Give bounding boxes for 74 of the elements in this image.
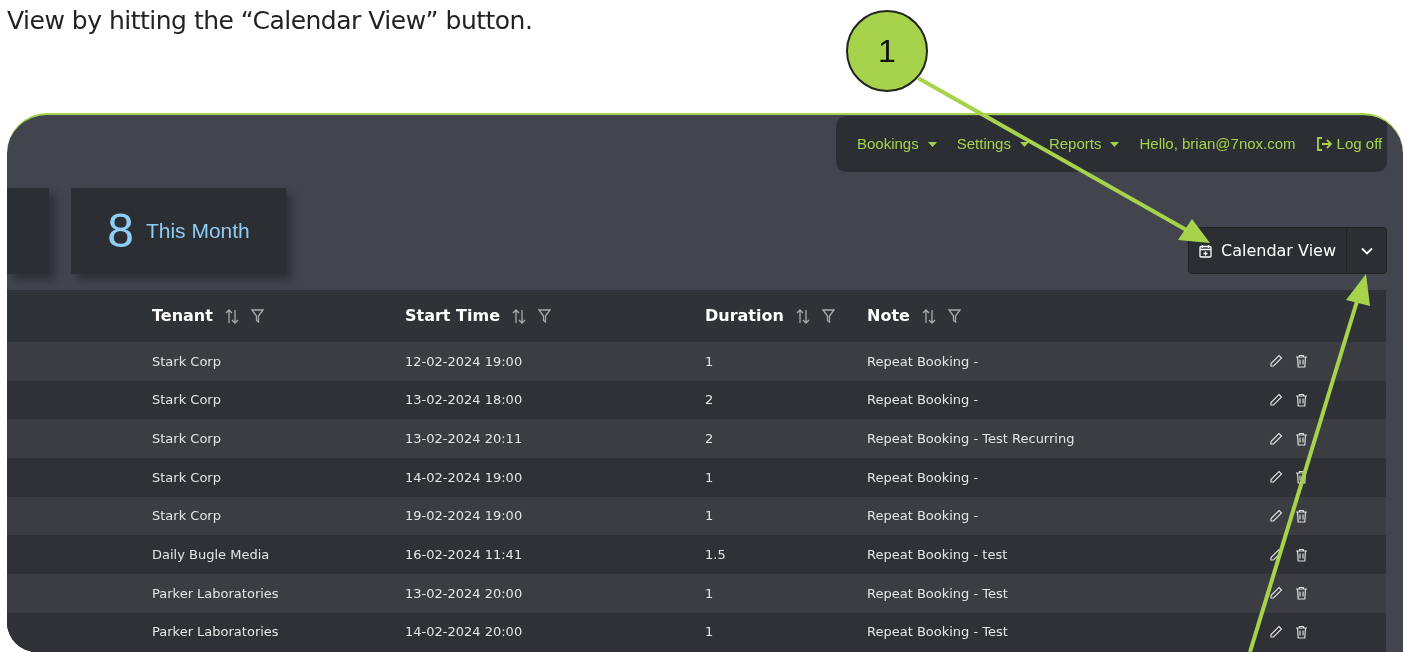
table-cell: Repeat Booking - Test <box>867 585 1008 601</box>
column-header: Start Time <box>405 305 500 327</box>
nav-menu[interactable]: Reports <box>1048 132 1120 156</box>
delete-icon[interactable] <box>1295 625 1308 640</box>
edit-icon[interactable] <box>1269 509 1283 524</box>
table-cell: 13-02-2024 18:00 <box>405 392 523 408</box>
caret-icon <box>1110 141 1120 147</box>
edit-icon[interactable] <box>1269 625 1283 640</box>
nav-menu[interactable]: Bookings <box>857 132 937 156</box>
edit-icon[interactable] <box>1269 470 1283 485</box>
table-cell: Stark Corp <box>152 353 221 369</box>
sort-icon[interactable] <box>921 308 936 324</box>
caret-icon <box>927 141 937 147</box>
table-cell: 1 <box>705 469 714 485</box>
table-cell: Repeat Booking - <box>867 508 979 524</box>
table-cell: Repeat Booking - test <box>867 547 1008 563</box>
delete-icon[interactable] <box>1295 354 1308 369</box>
delete-icon[interactable] <box>1295 431 1308 446</box>
table-cell: Repeat Booking - Test <box>867 624 1008 640</box>
table-cell: Stark Corp <box>152 469 221 485</box>
table-cell: Parker Laboratories <box>152 624 279 640</box>
table-cell: 19-02-2024 19:00 <box>405 508 523 524</box>
table-cell: Repeat Booking - <box>867 392 979 408</box>
table-cell: 1.5 <box>705 547 726 563</box>
sort-icon[interactable] <box>795 308 810 324</box>
table-cell: 1 <box>705 508 714 524</box>
table-cell: 1 <box>705 585 714 601</box>
table-cell: 14-02-2024 19:00 <box>405 469 523 485</box>
filter-icon[interactable] <box>947 309 961 323</box>
table-cell: 1 <box>705 624 714 640</box>
delete-icon[interactable] <box>1295 470 1308 485</box>
stat-count: 8 <box>107 207 134 255</box>
nav-link[interactable]: Hello, brian@7nox.com <box>1139 132 1296 156</box>
column-header: Tenant <box>152 305 213 327</box>
delete-icon[interactable] <box>1295 547 1308 562</box>
table-cell: Stark Corp <box>152 392 221 408</box>
table-cell: Repeat Booking - <box>867 353 979 369</box>
instruction-caption: View by hitting the “Calendar View” button. <box>7 5 533 37</box>
table-cell: 2 <box>705 392 714 408</box>
filter-icon[interactable] <box>538 309 551 323</box>
edit-icon[interactable] <box>1269 354 1283 369</box>
log-off-link[interactable]: Log off <box>1315 132 1383 156</box>
column-header: Note <box>867 305 910 327</box>
table-cell: 14-02-2024 20:00 <box>405 624 523 640</box>
table-cell: Repeat Booking - Test Recurring <box>867 430 1075 446</box>
sort-icon[interactable] <box>224 308 239 324</box>
table-cell: 16-02-2024 11:41 <box>405 547 523 563</box>
stat-label: This Month <box>145 218 250 245</box>
nav-menu[interactable]: Settings <box>956 132 1029 156</box>
table-cell: 12-02-2024 19:00 <box>405 353 523 369</box>
filter-icon[interactable] <box>250 309 264 323</box>
caret-icon <box>1019 141 1029 147</box>
delete-icon[interactable] <box>1295 586 1308 601</box>
sort-icon[interactable] <box>512 308 526 324</box>
table-cell: 13-02-2024 20:11 <box>405 430 523 446</box>
table-cell: 1 <box>705 353 714 369</box>
table-cell: Stark Corp <box>152 430 221 446</box>
table-cell: Repeat Booking - <box>867 469 979 485</box>
table-cell: 13-02-2024 20:00 <box>405 585 523 601</box>
table-cell: Parker Laboratories <box>152 585 279 601</box>
chevron-down-icon <box>1360 246 1373 255</box>
table-cell: Daily Bugle Media <box>152 547 270 563</box>
calendar-icon <box>1199 243 1212 258</box>
delete-icon[interactable] <box>1295 393 1308 408</box>
edit-icon[interactable] <box>1269 586 1283 601</box>
table-cell: 2 <box>705 430 714 446</box>
callout-number: 1 <box>846 10 928 92</box>
edit-icon[interactable] <box>1269 431 1283 446</box>
table-cell: Stark Corp <box>152 508 221 524</box>
sign-out-icon <box>1315 137 1332 151</box>
filter-icon[interactable] <box>821 309 835 323</box>
column-header: Duration <box>705 305 784 327</box>
edit-icon[interactable] <box>1269 393 1283 408</box>
delete-icon[interactable] <box>1295 509 1308 524</box>
